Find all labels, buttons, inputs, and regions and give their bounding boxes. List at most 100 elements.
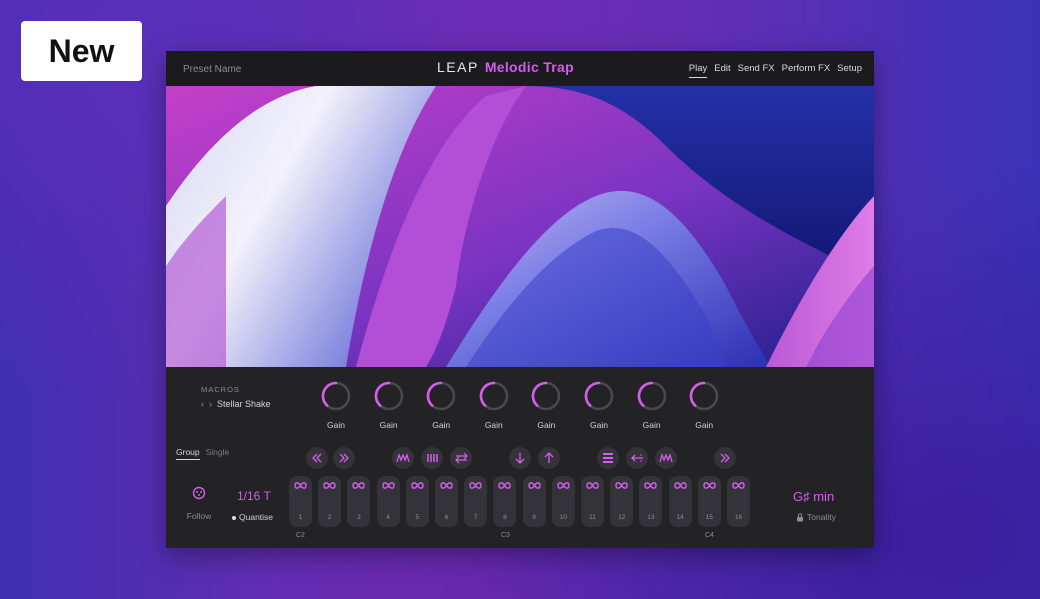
pad-number: 15 — [705, 514, 713, 521]
infinity-icon — [411, 482, 424, 489]
key-value[interactable]: G♯ min — [793, 489, 834, 504]
knob-label: Gain — [695, 420, 714, 430]
pad-13[interactable]: 13 — [639, 476, 663, 527]
preset-artwork — [166, 86, 874, 367]
knob-label: Gain — [484, 420, 503, 430]
pad-8[interactable]: 8 — [493, 476, 517, 527]
macro-knob[interactable]: Gain — [632, 380, 672, 430]
top-bar: Preset Name LEAP Melodic Trap Play Edit … — [166, 51, 874, 86]
knob-dial-icon — [426, 381, 456, 411]
knob-dial-icon — [532, 381, 561, 411]
pad-16[interactable]: 16 — [727, 476, 750, 527]
pad-15[interactable]: 15 — [697, 476, 721, 527]
quantise-dot-icon — [232, 515, 236, 520]
wave-icon[interactable] — [392, 447, 414, 469]
follow-label: Follow — [186, 511, 212, 521]
chevron-left-icon[interactable]: ‹ — [201, 399, 204, 409]
knob-label: Gain — [537, 420, 556, 430]
plugin-window: Preset Name LEAP Melodic Trap Play Edit … — [166, 51, 874, 548]
pad-7[interactable]: 7 — [464, 476, 488, 527]
arrow-back-icon[interactable] — [626, 447, 648, 469]
pad-12[interactable]: 12 — [610, 476, 634, 527]
pad-number: 3 — [357, 514, 361, 521]
pad-number: 13 — [647, 514, 655, 521]
macro-knob[interactable]: Gain — [316, 380, 356, 430]
product-logo: LEAP Melodic Trap — [437, 59, 574, 75]
infinity-icon — [527, 482, 541, 489]
pad-3[interactable]: 3 — [347, 476, 371, 527]
pad-number: 11 — [589, 514, 596, 521]
macro-knob[interactable]: Gain — [579, 380, 619, 430]
pad-5[interactable]: 5 — [405, 476, 429, 527]
fast-forward-icon[interactable] — [333, 447, 355, 469]
arrow-down-icon[interactable] — [509, 447, 531, 469]
lock-icon — [797, 512, 803, 521]
pad-14[interactable]: 14 — [668, 476, 692, 527]
pad-6[interactable]: 6 — [435, 476, 458, 527]
chevron-right-icon[interactable]: › — [209, 399, 212, 409]
abstract-wave-artwork — [166, 86, 874, 367]
tab-perform-fx[interactable]: Perform FX — [782, 63, 831, 78]
knob-dial-icon — [479, 381, 509, 411]
pad-4[interactable]: 4 — [376, 476, 400, 527]
pad-number: 1 — [298, 514, 303, 521]
tab-send-fx[interactable]: Send FX — [738, 63, 775, 78]
infinity-icon — [352, 482, 366, 489]
infinity-icon — [615, 482, 628, 489]
macro-knob[interactable]: Gain — [684, 380, 724, 430]
skip-icon[interactable] — [714, 447, 736, 469]
follow-icon — [192, 486, 206, 500]
bars-icon[interactable] — [421, 447, 443, 469]
pad-number: 6 — [444, 514, 449, 521]
macro-name: Stellar Shake — [217, 399, 271, 409]
rate-value[interactable]: 1/16 T — [237, 489, 271, 503]
follow-toggle[interactable]: Follow — [185, 486, 213, 521]
preset-name[interactable]: Preset Name — [183, 64, 241, 75]
mode-switch: Group Single — [176, 447, 229, 460]
macro-knob[interactable]: Gain — [474, 380, 514, 430]
macro-knob[interactable]: Gain — [369, 380, 409, 430]
knob-dial-icon — [584, 381, 614, 411]
rewind-icon[interactable] — [306, 447, 328, 469]
pad-2[interactable]: 2 — [318, 476, 342, 527]
pad-number: 12 — [618, 514, 626, 521]
infinity-icon — [703, 482, 716, 489]
arrow-up-icon[interactable] — [538, 447, 560, 469]
pad-number: 16 — [734, 514, 743, 521]
infinity-icon — [644, 482, 658, 489]
infinity-icon — [586, 482, 599, 489]
infinity-icon — [498, 482, 512, 489]
list-icon[interactable] — [597, 447, 619, 469]
wave-icon[interactable] — [655, 447, 677, 469]
tab-setup[interactable]: Setup — [837, 63, 862, 78]
infinity-icon — [381, 482, 395, 489]
infinity-icon — [440, 482, 453, 489]
tab-play[interactable]: Play — [688, 63, 708, 78]
knob-dial-icon — [637, 381, 666, 411]
knob-label: Gain — [379, 420, 398, 430]
main-nav: Play Edit Send FX Perform FX Setup — [688, 63, 862, 78]
octave-label: C4 — [705, 532, 714, 539]
macro-knob[interactable]: Gain — [526, 380, 566, 430]
logo-product-name: Melodic Trap — [484, 59, 574, 75]
pad-1[interactable]: 1 — [289, 476, 312, 527]
octave-label: C2 — [296, 532, 305, 539]
tonality-label: Tonality — [807, 512, 836, 522]
tab-edit[interactable]: Edit — [714, 63, 730, 78]
tab-single[interactable]: Single — [206, 447, 230, 460]
quantise-toggle[interactable]: Quantise — [232, 512, 273, 522]
pad-number: 10 — [559, 514, 567, 521]
pad-11[interactable]: 11 — [581, 476, 604, 527]
quantise-label: Quantise — [239, 512, 274, 522]
tonality-toggle[interactable]: Tonality — [796, 512, 836, 522]
pad-number: 2 — [327, 514, 332, 521]
pad-10[interactable]: 10 — [551, 476, 575, 527]
swap-icon[interactable] — [450, 447, 472, 469]
macros-label: MACROS — [201, 385, 240, 394]
pad-9[interactable]: 9 — [522, 476, 546, 527]
infinity-icon — [294, 482, 307, 489]
knob-label: Gain — [432, 420, 451, 430]
logo-brand: LEAP — [437, 59, 479, 75]
tab-group[interactable]: Group — [176, 447, 200, 460]
macro-knob[interactable]: Gain — [421, 380, 461, 430]
